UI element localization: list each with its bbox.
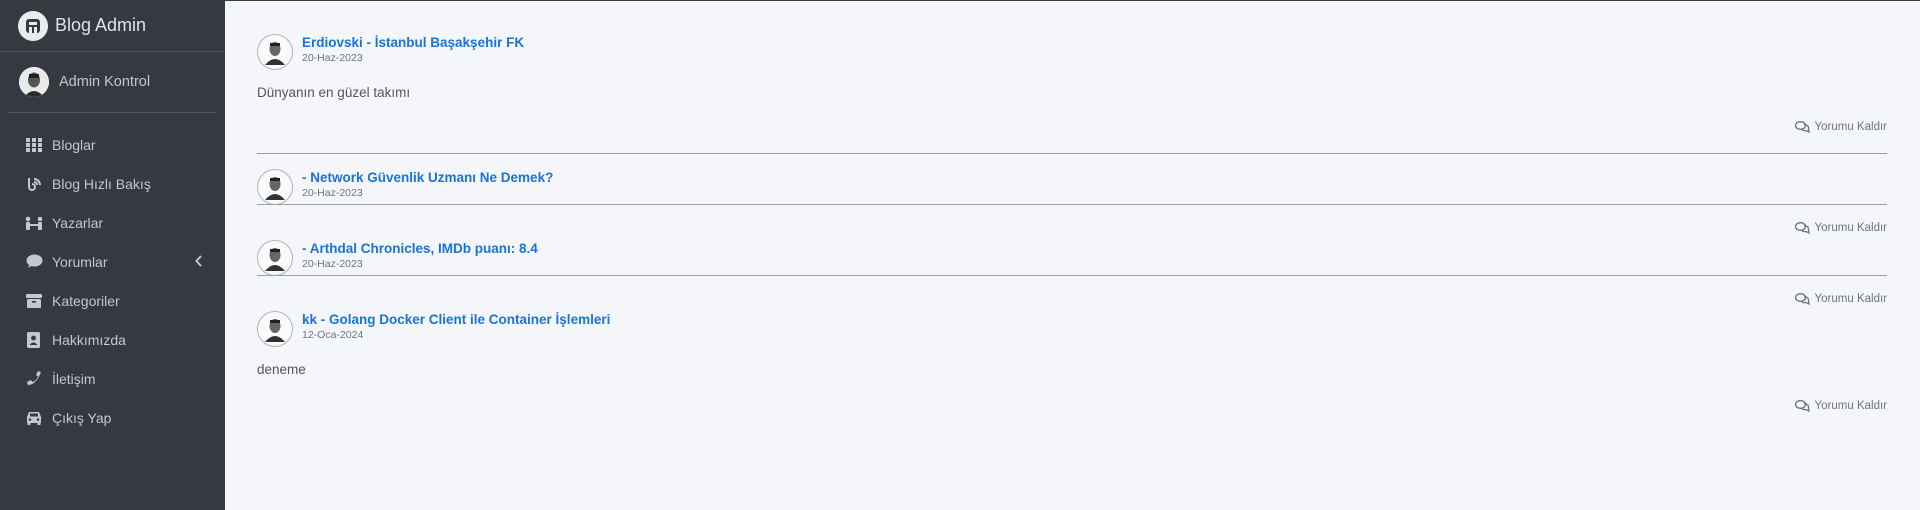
sidebar-item-label: Kategoriler — [52, 292, 120, 309]
sidebar-item-label: Hakkımızda — [52, 331, 126, 348]
comment-item: kk - Golang Docker Client ile Container … — [257, 310, 1887, 412]
comment-item: Erdiovski - İstanbul Başakşehir FK 20-Ha… — [257, 33, 1887, 133]
remove-comment-label: Yorumu Kaldır — [1814, 293, 1887, 305]
comment-header: Erdiovski - İstanbul Başakşehir FK 20-Ha… — [257, 33, 1887, 70]
comments-panel: Erdiovski - İstanbul Başakşehir FK 20-Ha… — [225, 1, 1920, 510]
divider — [257, 204, 1887, 205]
comment-header: - Arthdal Chronicles, IMDb puanı: 8.4 20… — [257, 239, 1887, 276]
comment-post-link[interactable]: - Network Güvenlik Uzmanı Ne Demek? — [302, 170, 553, 186]
grid-icon — [25, 136, 43, 154]
comment-icon — [25, 253, 43, 271]
comment-item: - Network Güvenlik Uzmanı Ne Demek? 20-H… — [257, 168, 1887, 234]
brand-link[interactable]: Blog Admin — [0, 0, 225, 52]
comment-date: 20-Haz-2023 — [302, 187, 363, 199]
comment-date: 20-Haz-2023 — [302, 258, 363, 270]
comments-icon — [1794, 121, 1810, 133]
comment-meta: Erdiovski - İstanbul Başakşehir FK 20-Ha… — [302, 33, 524, 64]
comment-meta: kk - Golang Docker Client ile Container … — [302, 310, 610, 341]
sidebar-item-label: Bloglar — [52, 136, 96, 153]
divider — [257, 275, 1887, 276]
sidebar-nav: Bloglar Blog Hızlı Bakış Yazarlar Yoruml… — [0, 113, 225, 437]
comment-date: 12-Oca-2024 — [302, 329, 364, 341]
avatar — [19, 67, 49, 97]
remove-comment-label: Yorumu Kaldır — [1814, 121, 1887, 133]
comment-meta: - Arthdal Chronicles, IMDb puanı: 8.4 20… — [302, 239, 538, 270]
comments-icon — [1794, 293, 1810, 305]
sidebar-item-label: Yazarlar — [52, 214, 104, 231]
sidebar-item-hakkimizda[interactable]: Hakkımızda — [0, 320, 225, 359]
sidebar-item-label: Yorumlar — [52, 253, 108, 270]
sidebar-item-yorumlar[interactable]: Yorumlar — [0, 242, 225, 281]
sidebar-item-label: Blog Hızlı Bakış — [52, 175, 151, 192]
comment-post-link[interactable]: kk - Golang Docker Client ile Container … — [302, 312, 610, 328]
comment-item: - Arthdal Chronicles, IMDb puanı: 8.4 20… — [257, 239, 1887, 305]
sidebar-item-iletisim[interactable]: İletişim — [0, 359, 225, 398]
comments-icon — [1794, 400, 1810, 412]
remove-comment-button[interactable]: Yorumu Kaldır — [1794, 293, 1887, 305]
avatar — [257, 169, 293, 205]
user-panel[interactable]: Admin Kontrol — [8, 52, 217, 113]
avatar — [257, 240, 293, 276]
comments-icon — [1794, 222, 1810, 234]
remove-comment-label: Yorumu Kaldır — [1814, 400, 1887, 412]
sidebar-item-yazarlar[interactable]: Yazarlar — [0, 203, 225, 242]
sidebar-item-label: Çıkış Yap — [52, 409, 112, 426]
sidebar-item-blog-hizli-bakis[interactable]: Blog Hızlı Bakış — [0, 164, 225, 203]
comment-post-link[interactable]: - Arthdal Chronicles, IMDb puanı: 8.4 — [302, 241, 538, 257]
remove-comment-button[interactable]: Yorumu Kaldır — [1794, 400, 1887, 412]
remove-comment-button[interactable]: Yorumu Kaldır — [1794, 121, 1887, 133]
car-icon — [25, 409, 43, 427]
users-icon — [25, 214, 43, 232]
comment-meta: - Network Güvenlik Uzmanı Ne Demek? 20-H… — [302, 168, 553, 199]
comment-date: 20-Haz-2023 — [302, 52, 363, 64]
blog-icon — [25, 175, 43, 193]
avatar — [257, 311, 293, 347]
remove-comment-button[interactable]: Yorumu Kaldır — [1794, 222, 1887, 234]
brand-name: Blog Admin — [55, 15, 147, 35]
phone-icon — [25, 370, 43, 388]
avatar — [257, 34, 293, 70]
remove-comment-label: Yorumu Kaldır — [1814, 222, 1887, 234]
sidebar-item-kategoriler[interactable]: Kategoriler — [0, 281, 225, 320]
comment-header: kk - Golang Docker Client ile Container … — [257, 310, 1887, 347]
comment-text: Dünyanın en güzel takımı — [257, 85, 411, 100]
chevron-left-icon[interactable] — [195, 254, 203, 270]
contact-card-icon — [25, 331, 43, 349]
sidebar-item-label: İletişim — [52, 370, 96, 387]
box-icon — [25, 292, 43, 310]
sidebar-item-cikis-yap[interactable]: Çıkış Yap — [0, 398, 225, 437]
brand-logo-icon — [18, 10, 48, 41]
comment-post-link[interactable]: Erdiovski - İstanbul Başakşehir FK — [302, 35, 524, 51]
user-name: Admin Kontrol — [59, 74, 151, 90]
sidebar: Blog Admin Admin Kontrol Bloglar Blog Hı… — [0, 0, 225, 510]
comment-text: deneme — [257, 362, 306, 377]
comment-header: - Network Güvenlik Uzmanı Ne Demek? 20-H… — [257, 168, 1887, 205]
sidebar-item-bloglar[interactable]: Bloglar — [0, 125, 225, 164]
divider — [257, 153, 1887, 154]
